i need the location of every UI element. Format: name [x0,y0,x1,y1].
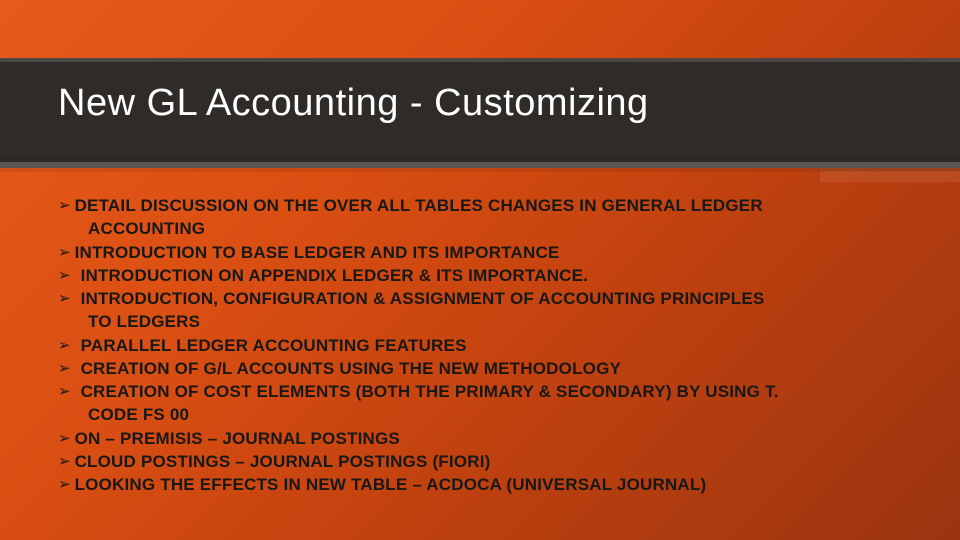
list-item-text: PARALLEL LEDGER ACCOUNTING FEATURES [81,335,467,356]
triangle-bullet-icon: ➢ [58,242,71,263]
list-item-text: CODE FS 00 [58,404,189,425]
list-item-text: ON – PREMISIS – JOURNAL POSTINGS [75,428,400,449]
list-item: ➢ON – PREMISIS – JOURNAL POSTINGS [58,428,920,449]
triangle-bullet-icon: ➢ [58,474,71,495]
list-item-text: ACCOUNTING [58,218,205,239]
triangle-bullet-icon: ➢ [58,381,71,402]
list-item: ➢ CREATION OF COST ELEMENTS (BOTH THE PRI… [58,381,920,402]
list-item: ➢LOOKING THE EFFECTS IN NEW TABLE – ACDO… [58,474,920,495]
list-item-text: INTRODUCTION TO BASE LEDGER AND ITS IMPO… [75,242,560,263]
list-item-text: INTRODUCTION, CONFIGURATION & ASSIGNMENT… [81,288,765,309]
list-item: ➢ CREATION OF G/L ACCOUNTS USING THE NEW … [58,358,920,379]
list-item: ➢CLOUD POSTINGS – JOURNAL POSTINGS (FIOR… [58,451,920,472]
list-item-text: DETAIL DISCUSSION ON THE OVER ALL TABLES… [75,195,763,216]
list-item-text: INTRODUCTION ON APPENDIX LEDGER & ITS IM… [81,265,589,286]
triangle-bullet-icon: ➢ [58,195,71,216]
slide-title: New GL Accounting - Customizing [58,82,649,125]
bullet-list: ➢DETAIL DISCUSSION ON THE OVER ALL TABLE… [58,195,920,497]
list-item: ➢INTRODUCTION TO BASE LEDGER AND ITS IMP… [58,242,920,263]
list-item-text: LOOKING THE EFFECTS IN NEW TABLE – ACDOC… [75,474,707,495]
list-item-continuation: CODE FS 00 [58,404,920,425]
list-item: ➢ PARALLEL LEDGER ACCOUNTING FEATURES [58,335,920,356]
list-item-text: CREATION OF COST ELEMENTS (BOTH THE PRIM… [81,381,779,402]
list-item: ➢DETAIL DISCUSSION ON THE OVER ALL TABLE… [58,195,920,216]
list-item: ➢ INTRODUCTION, CONFIGURATION & ASSIGNMEN… [58,288,920,309]
triangle-bullet-icon: ➢ [58,265,71,286]
triangle-bullet-icon: ➢ [58,358,71,379]
triangle-bullet-icon: ➢ [58,451,71,472]
triangle-bullet-icon: ➢ [58,288,71,309]
list-item-text: CLOUD POSTINGS – JOURNAL POSTINGS (FIORI… [75,451,491,472]
accent-bar [820,168,960,182]
list-item: ➢ INTRODUCTION ON APPENDIX LEDGER & ITS I… [58,265,920,286]
list-item-text: CREATION OF G/L ACCOUNTS USING THE NEW M… [81,358,621,379]
list-item-continuation: ACCOUNTING [58,218,920,239]
list-item-text: TO LEDGERS [58,311,200,332]
triangle-bullet-icon: ➢ [58,428,71,449]
list-item-continuation: TO LEDGERS [58,311,920,332]
triangle-bullet-icon: ➢ [58,335,71,356]
